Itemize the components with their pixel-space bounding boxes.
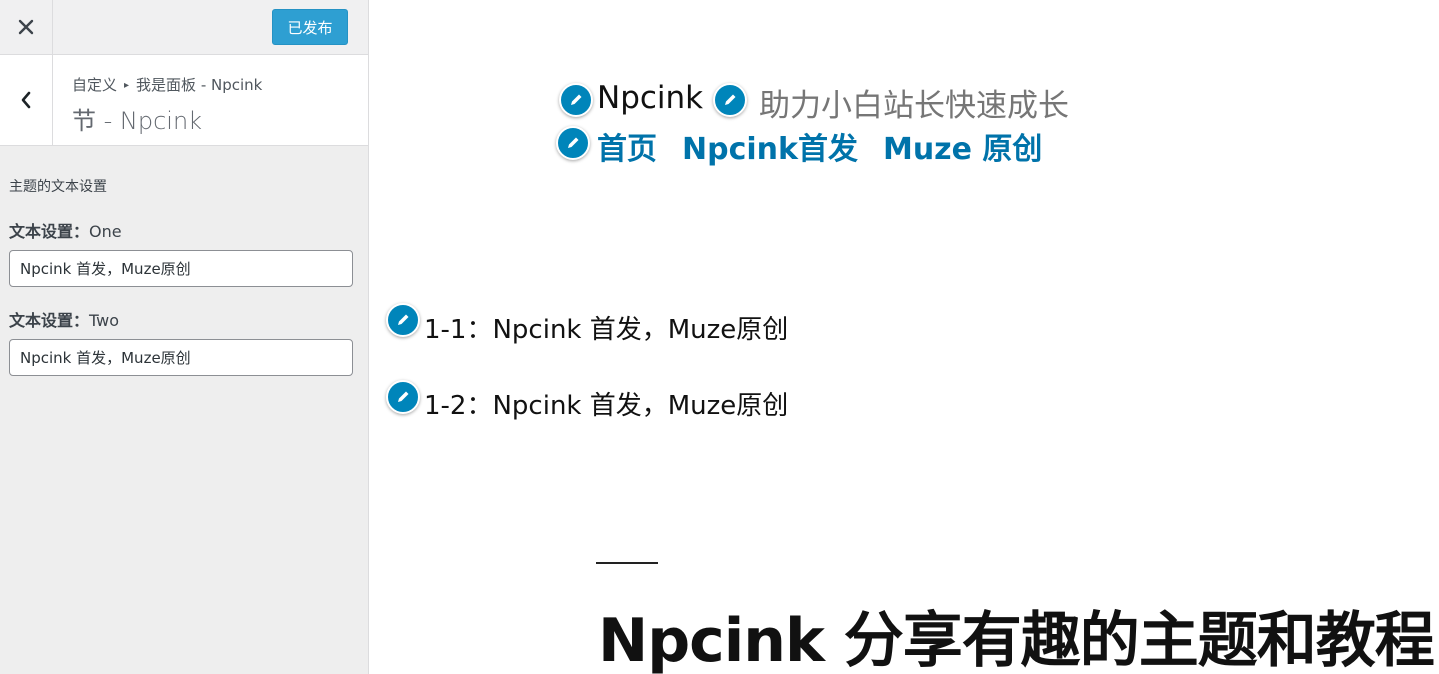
breadcrumb-panel: 我是面板 - Npcink	[136, 76, 263, 94]
close-button[interactable]	[0, 0, 53, 54]
control-label-value: Two	[89, 311, 120, 330]
control-label-text: 文本设置：	[9, 311, 90, 330]
pencil-icon	[568, 137, 579, 148]
section-controls: 主题的文本设置 文本设置：One 文本设置：Two	[9, 176, 354, 396]
divider	[596, 562, 658, 564]
pencil-icon	[398, 314, 409, 325]
controls-description: 主题的文本设置	[9, 179, 107, 195]
pencil-icon	[571, 94, 582, 105]
chevron-left-icon	[21, 91, 31, 109]
menu-item-home[interactable]: 首页	[597, 124, 657, 168]
control-label-value: One	[89, 222, 122, 241]
site-tagline: 助力小白站长快速成长	[759, 88, 1069, 124]
section-header: 自定义 ▸ 我是面板 - Npcink 节 - Npcink	[0, 55, 368, 146]
close-icon	[18, 19, 34, 35]
text-line-two: 1-2：Npcink 首发，Muze原创	[424, 391, 789, 421]
edit-menu-shortcut[interactable]	[556, 126, 590, 160]
back-button[interactable]	[0, 55, 53, 145]
post-headline: Npcink 分享有趣的主题和教程	[598, 606, 1435, 674]
control-label-one: 文本设置：One	[9, 218, 354, 242]
breadcrumb-root: 自定义	[72, 76, 118, 94]
edit-text-one-shortcut[interactable]	[386, 303, 420, 337]
site-preview: Npcink 助力小白站长快速成长 首页 Npcink首发 Muze 原创 1-…	[369, 0, 1439, 674]
customizer-sidebar: 已发布 自定义 ▸ 我是面板 - Npcink 节 - Npcink 主题的文本设置…	[0, 0, 369, 674]
customizer-header: 已发布	[0, 0, 368, 55]
breadcrumb: 自定义 ▸ 我是面板 - Npcink	[72, 74, 262, 95]
edit-site-title-shortcut[interactable]	[559, 83, 593, 117]
text-line-one: 1-1：Npcink 首发，Muze原创	[424, 315, 789, 345]
pencil-icon	[398, 391, 409, 402]
menu-item-npcink-first[interactable]: Npcink首发	[682, 124, 858, 168]
control-label-two: 文本设置：Two	[9, 307, 354, 331]
control-label-text: 文本设置：	[9, 222, 90, 241]
pencil-icon	[725, 94, 736, 105]
site-title[interactable]: Npcink	[597, 80, 703, 116]
breadcrumb-separator-icon: ▸	[124, 80, 130, 91]
edit-text-two-shortcut[interactable]	[386, 380, 420, 414]
menu-item-muze-original[interactable]: Muze 原创	[883, 124, 1042, 168]
publish-button[interactable]: 已发布	[272, 9, 348, 45]
edit-tagline-shortcut[interactable]	[713, 83, 747, 117]
text-setting-two-input[interactable]	[9, 339, 353, 376]
primary-menu: 首页 Npcink首发 Muze 原创	[597, 124, 1067, 168]
section-title: 节 - Npcink	[72, 107, 203, 135]
text-setting-one-input[interactable]	[9, 250, 353, 287]
